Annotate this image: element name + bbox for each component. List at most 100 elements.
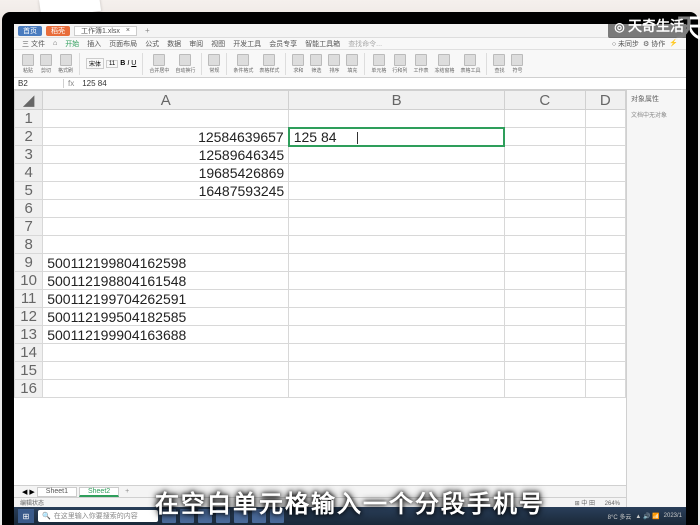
cell[interactable]: [43, 380, 289, 398]
cell-icon[interactable]: [373, 54, 385, 66]
cell-A11[interactable]: 500112199704262591: [43, 290, 289, 308]
cell[interactable]: [289, 254, 505, 272]
menu-file[interactable]: 三 文件: [22, 39, 45, 49]
cell[interactable]: [289, 200, 505, 218]
sync-status[interactable]: ○ 未同步: [612, 39, 639, 49]
cell[interactable]: [504, 110, 585, 128]
menu-smart[interactable]: 智能工具箱: [305, 39, 340, 49]
col-header-C[interactable]: C: [504, 91, 585, 110]
row-header[interactable]: 7: [15, 218, 43, 236]
cell[interactable]: [504, 254, 585, 272]
row-header[interactable]: 1: [15, 110, 43, 128]
cell[interactable]: [43, 200, 289, 218]
cell[interactable]: [504, 236, 585, 254]
merge-icon[interactable]: [153, 54, 165, 66]
cell[interactable]: [289, 218, 505, 236]
filter-icon[interactable]: [310, 54, 322, 66]
row-header[interactable]: 3: [15, 146, 43, 164]
format-icon[interactable]: [208, 54, 220, 66]
cell[interactable]: [504, 344, 585, 362]
cell[interactable]: [289, 362, 505, 380]
wrap-icon[interactable]: [179, 54, 191, 66]
workbook-tab[interactable]: 工作簿1.xlsx ×: [74, 26, 137, 36]
cell[interactable]: [289, 308, 505, 326]
col-header-A[interactable]: A: [43, 91, 289, 110]
cell[interactable]: [289, 146, 505, 164]
fill-icon[interactable]: [346, 54, 358, 66]
paste-icon[interactable]: [22, 54, 34, 66]
cell[interactable]: [504, 380, 585, 398]
sort-icon[interactable]: [328, 54, 340, 66]
cell[interactable]: [585, 326, 625, 344]
sum-icon[interactable]: [292, 54, 304, 66]
name-box[interactable]: B2: [14, 79, 64, 88]
row-header[interactable]: 15: [15, 362, 43, 380]
new-tab-button[interactable]: +: [145, 26, 150, 35]
row-header[interactable]: 5: [15, 182, 43, 200]
cell[interactable]: [585, 362, 625, 380]
cell[interactable]: [585, 218, 625, 236]
cell[interactable]: [504, 272, 585, 290]
menu-vip[interactable]: 会员专享: [269, 39, 297, 49]
cell[interactable]: [585, 146, 625, 164]
cell-A4[interactable]: 19685426869: [43, 164, 289, 182]
row-header[interactable]: 13: [15, 326, 43, 344]
cell[interactable]: [43, 344, 289, 362]
row-header[interactable]: 11: [15, 290, 43, 308]
font-size-select[interactable]: 11: [106, 60, 118, 68]
menu-review[interactable]: 审阅: [189, 39, 203, 49]
cell[interactable]: [43, 362, 289, 380]
cell-A9[interactable]: 500112199804162598: [43, 254, 289, 272]
symbol-icon[interactable]: [511, 54, 523, 66]
menu-view[interactable]: 视图: [211, 39, 225, 49]
menu-formula[interactable]: 公式: [145, 39, 159, 49]
freeze-icon[interactable]: [438, 54, 450, 66]
italic-button[interactable]: I: [127, 60, 129, 67]
cell[interactable]: [504, 308, 585, 326]
cell[interactable]: [585, 380, 625, 398]
row-header[interactable]: 6: [15, 200, 43, 218]
col-header-B[interactable]: B: [289, 91, 505, 110]
cell[interactable]: [504, 128, 585, 146]
cell[interactable]: [585, 128, 625, 146]
menu-search[interactable]: 查找命令...: [348, 39, 382, 49]
fx-label[interactable]: fx: [64, 79, 78, 88]
cell[interactable]: [504, 200, 585, 218]
underline-button[interactable]: U: [131, 60, 136, 67]
cell-A3[interactable]: 12589646345: [43, 146, 289, 164]
cell[interactable]: [585, 110, 625, 128]
cell[interactable]: [585, 200, 625, 218]
table-style-icon[interactable]: [263, 54, 275, 66]
bold-button[interactable]: B: [120, 60, 125, 67]
row-header[interactable]: 2: [15, 128, 43, 146]
formula-input[interactable]: 125 84: [78, 79, 686, 88]
collab-button[interactable]: ⚙ 协作: [643, 39, 665, 49]
cell[interactable]: [504, 326, 585, 344]
spreadsheet-grid[interactable]: ◢ A B C D 1 212584639657125 84 312589646…: [14, 90, 626, 485]
row-header[interactable]: 14: [15, 344, 43, 362]
cell-B2-selected[interactable]: 125 84: [289, 128, 505, 146]
cell[interactable]: [504, 182, 585, 200]
cell[interactable]: [289, 164, 505, 182]
format-painter-icon[interactable]: [60, 54, 72, 66]
close-icon[interactable]: ×: [126, 27, 130, 34]
cell[interactable]: [585, 344, 625, 362]
cell[interactable]: [585, 254, 625, 272]
home-tab[interactable]: 首页: [18, 26, 42, 36]
cell[interactable]: [585, 236, 625, 254]
cell[interactable]: [585, 290, 625, 308]
cell[interactable]: [43, 218, 289, 236]
font-select[interactable]: 宋体: [86, 58, 104, 69]
cell-A5[interactable]: 16487593245: [43, 182, 289, 200]
cell[interactable]: [43, 236, 289, 254]
cell[interactable]: [43, 110, 289, 128]
find-icon[interactable]: [493, 54, 505, 66]
menu-insert[interactable]: 插入: [87, 39, 101, 49]
cell[interactable]: [289, 272, 505, 290]
rowcol-icon[interactable]: [394, 54, 406, 66]
cell[interactable]: [289, 110, 505, 128]
docer-tab[interactable]: 稻壳: [46, 26, 70, 36]
cell[interactable]: [289, 344, 505, 362]
cell[interactable]: [504, 290, 585, 308]
cell[interactable]: [289, 290, 505, 308]
